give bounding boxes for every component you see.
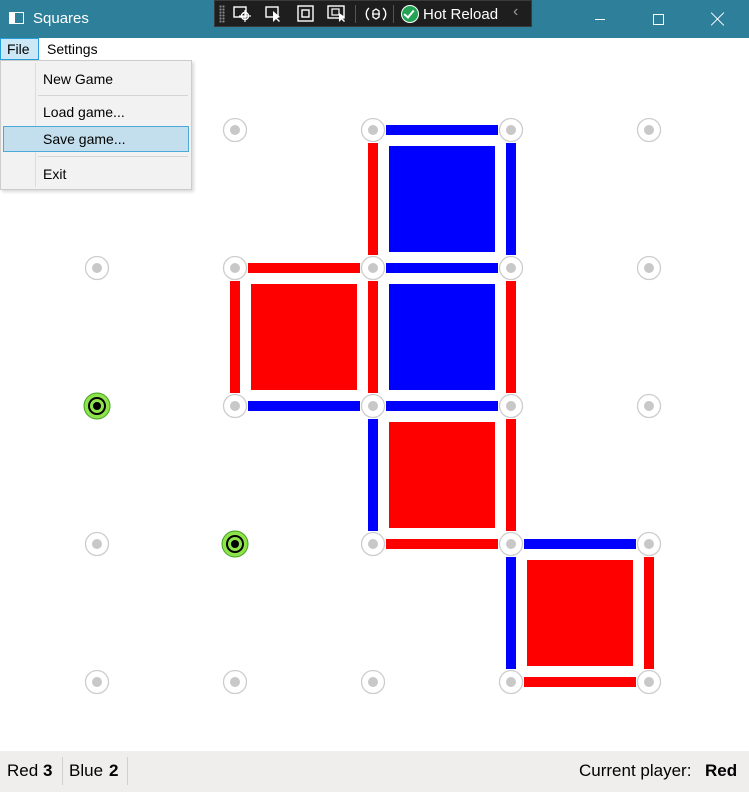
line-red[interactable] bbox=[506, 281, 516, 393]
binding-failures-icon bbox=[365, 7, 387, 21]
track-focus-icon bbox=[327, 5, 345, 22]
line-blue[interactable] bbox=[386, 263, 498, 273]
grid-dot-center bbox=[368, 539, 378, 549]
line-blue[interactable] bbox=[386, 125, 498, 135]
line-red[interactable] bbox=[368, 143, 378, 255]
select-element-button[interactable] bbox=[231, 4, 253, 24]
menu-item-load-game[interactable]: Load game... bbox=[3, 99, 189, 125]
red-score: 3 bbox=[43, 761, 53, 780]
grid-dot-center bbox=[230, 677, 240, 687]
red-label: Red bbox=[7, 761, 39, 780]
selected-dot-center bbox=[231, 540, 239, 548]
toolbar-separator bbox=[355, 5, 356, 23]
window-title: Squares bbox=[33, 10, 89, 27]
line-blue[interactable] bbox=[368, 419, 378, 531]
grid-dot-center bbox=[506, 401, 516, 411]
grid-dot-center bbox=[92, 539, 102, 549]
grid-dot-center bbox=[368, 677, 378, 687]
grid-dot-center bbox=[92, 677, 102, 687]
grid-dot-center bbox=[644, 401, 654, 411]
pointer-button[interactable] bbox=[263, 4, 285, 24]
menu-bar: File Settings bbox=[0, 38, 749, 60]
layout-adorner-button[interactable] bbox=[295, 4, 317, 24]
square-blue bbox=[389, 284, 495, 390]
grid-dot-center bbox=[230, 263, 240, 273]
grid-dot-center bbox=[644, 677, 654, 687]
line-red[interactable] bbox=[230, 281, 240, 393]
track-focus-button[interactable] bbox=[327, 4, 349, 24]
menu-item-label: Exit bbox=[43, 166, 67, 182]
current-player-label: Current player: bbox=[579, 761, 692, 780]
line-red[interactable] bbox=[524, 677, 636, 687]
line-blue[interactable] bbox=[506, 557, 516, 669]
status-divider bbox=[127, 757, 128, 785]
line-red[interactable] bbox=[368, 281, 378, 393]
square-red bbox=[389, 422, 495, 528]
grid-dot-center bbox=[230, 401, 240, 411]
selected-dot-center bbox=[93, 402, 101, 410]
menu-file[interactable]: File bbox=[0, 38, 39, 60]
check-circle-icon bbox=[401, 5, 419, 23]
grid-dot-center bbox=[644, 539, 654, 549]
grid-dot-center bbox=[368, 401, 378, 411]
grid-dot-center bbox=[92, 263, 102, 273]
maximize-icon bbox=[652, 13, 664, 25]
close-button[interactable] bbox=[695, 0, 741, 38]
grid-dot-center bbox=[644, 263, 654, 273]
close-icon bbox=[711, 12, 725, 26]
file-menu-dropdown: New Game Load game... Save game... Exit bbox=[0, 60, 192, 190]
grid-dot-center bbox=[506, 539, 516, 549]
square-red bbox=[527, 560, 633, 666]
square-red bbox=[251, 284, 357, 390]
grid-dot-center bbox=[230, 125, 240, 135]
status-bar: Red 3 Blue 2 Current player: Red bbox=[0, 751, 749, 792]
select-element-icon bbox=[233, 6, 251, 22]
pointer-icon bbox=[265, 6, 280, 22]
grid-dot-center bbox=[506, 263, 516, 273]
hot-reload-label: Hot Reload bbox=[423, 5, 499, 23]
menu-item-exit[interactable]: Exit bbox=[3, 161, 189, 187]
maximize-button[interactable] bbox=[635, 0, 681, 38]
line-blue[interactable] bbox=[386, 401, 498, 411]
debug-toolbar: Hot Reload ‹ bbox=[214, 0, 532, 27]
line-blue[interactable] bbox=[524, 539, 636, 549]
minimize-button[interactable] bbox=[577, 0, 623, 38]
grid-dot-center bbox=[368, 263, 378, 273]
line-blue[interactable] bbox=[248, 401, 360, 411]
line-blue[interactable] bbox=[506, 143, 516, 255]
menu-separator bbox=[38, 95, 188, 96]
menu-separator bbox=[38, 156, 188, 157]
collapse-toolbar-chevron-icon[interactable]: ‹ bbox=[513, 3, 518, 21]
app-icon bbox=[9, 12, 24, 24]
grid-dot-center bbox=[506, 677, 516, 687]
grid-dot-center bbox=[644, 125, 654, 135]
line-red[interactable] bbox=[386, 539, 498, 549]
square-blue bbox=[389, 146, 495, 252]
layout-adorner-icon bbox=[297, 5, 314, 22]
toolbar-grip-icon[interactable] bbox=[219, 5, 225, 23]
status-divider bbox=[62, 757, 63, 785]
toolbar-separator bbox=[393, 5, 394, 23]
line-red[interactable] bbox=[248, 263, 360, 273]
grid-dot-center bbox=[368, 125, 378, 135]
line-red[interactable] bbox=[506, 419, 516, 531]
blue-label: Blue bbox=[69, 761, 104, 780]
menu-item-label: New Game bbox=[43, 71, 114, 87]
menu-item-label: Load game... bbox=[43, 104, 125, 120]
grid-dot-center bbox=[506, 125, 516, 135]
minimize-icon bbox=[595, 18, 605, 20]
blue-score: 2 bbox=[109, 761, 119, 780]
current-player-value: Red bbox=[705, 761, 738, 780]
menu-settings[interactable]: Settings bbox=[41, 38, 104, 60]
line-red[interactable] bbox=[644, 557, 654, 669]
menu-item-new-game[interactable]: New Game bbox=[3, 66, 189, 92]
menu-item-label: Save game... bbox=[43, 131, 126, 147]
binding-failures-button[interactable] bbox=[365, 4, 387, 24]
menu-item-save-game[interactable]: Save game... bbox=[3, 126, 189, 152]
hot-reload-status[interactable]: Hot Reload bbox=[401, 4, 498, 24]
